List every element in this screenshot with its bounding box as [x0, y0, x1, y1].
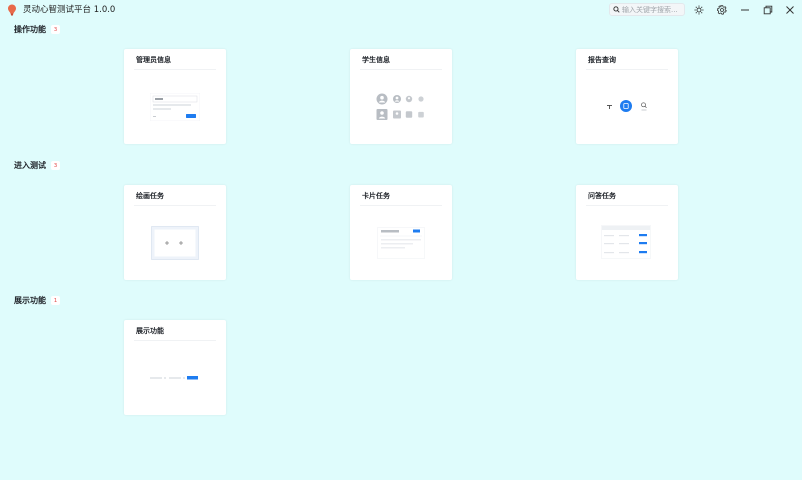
card-title: 展示功能: [136, 327, 164, 335]
app-logo-icon: [8, 4, 16, 16]
restore-icon: [763, 5, 773, 15]
drawing-canvas-preview: [151, 226, 199, 260]
card-card-task[interactable]: 卡片任务: [350, 185, 452, 280]
section-title-operations: 操作功能 3: [14, 24, 60, 35]
search-input[interactable]: [622, 5, 686, 14]
section-title-enter-test: 进入测试 3: [14, 160, 60, 171]
count-badge: 1: [51, 296, 60, 305]
report-search-preview: [607, 100, 647, 112]
admin-form-preview: [150, 93, 200, 121]
theme-toggle-button[interactable]: [692, 3, 706, 17]
section-title-display: 展示功能 1: [14, 295, 60, 306]
card-admin-info[interactable]: 管理员信息: [124, 49, 226, 144]
card-report-query[interactable]: 报告查询: [576, 49, 678, 144]
card-title: 绘画任务: [136, 192, 164, 200]
close-icon: [786, 6, 794, 14]
card-title: 报告查询: [588, 56, 616, 64]
app-title: 灵动心智测试平台 1.0.0: [23, 5, 116, 15]
student-avatars-preview: [376, 93, 424, 120]
qa-table-preview: [601, 225, 651, 259]
count-badge: 3: [51, 161, 60, 170]
close-button[interactable]: [783, 3, 797, 17]
card-student-info[interactable]: 学生信息: [350, 49, 452, 144]
card-list-preview: [377, 227, 425, 259]
settings-button[interactable]: [715, 3, 729, 17]
card-title: 卡片任务: [362, 192, 390, 200]
sun-icon: [694, 5, 704, 15]
gear-icon: [717, 5, 727, 15]
title-bar: 灵动心智测试平台 1.0.0: [0, 0, 802, 20]
card-title: 管理员信息: [136, 56, 171, 64]
card-title: 问答任务: [588, 192, 616, 200]
search-box[interactable]: [609, 3, 686, 16]
minimize-button[interactable]: [738, 3, 752, 17]
display-bar-preview: [150, 376, 198, 380]
card-drawing-task[interactable]: 绘画任务: [124, 185, 226, 280]
card-display-function[interactable]: 展示功能: [124, 320, 226, 415]
search-icon: [613, 6, 620, 13]
restore-button[interactable]: [761, 3, 775, 17]
card-title: 学生信息: [362, 56, 390, 64]
minimize-icon: [741, 9, 749, 11]
count-badge: 3: [51, 25, 60, 34]
card-qa-task[interactable]: 问答任务: [576, 185, 678, 280]
